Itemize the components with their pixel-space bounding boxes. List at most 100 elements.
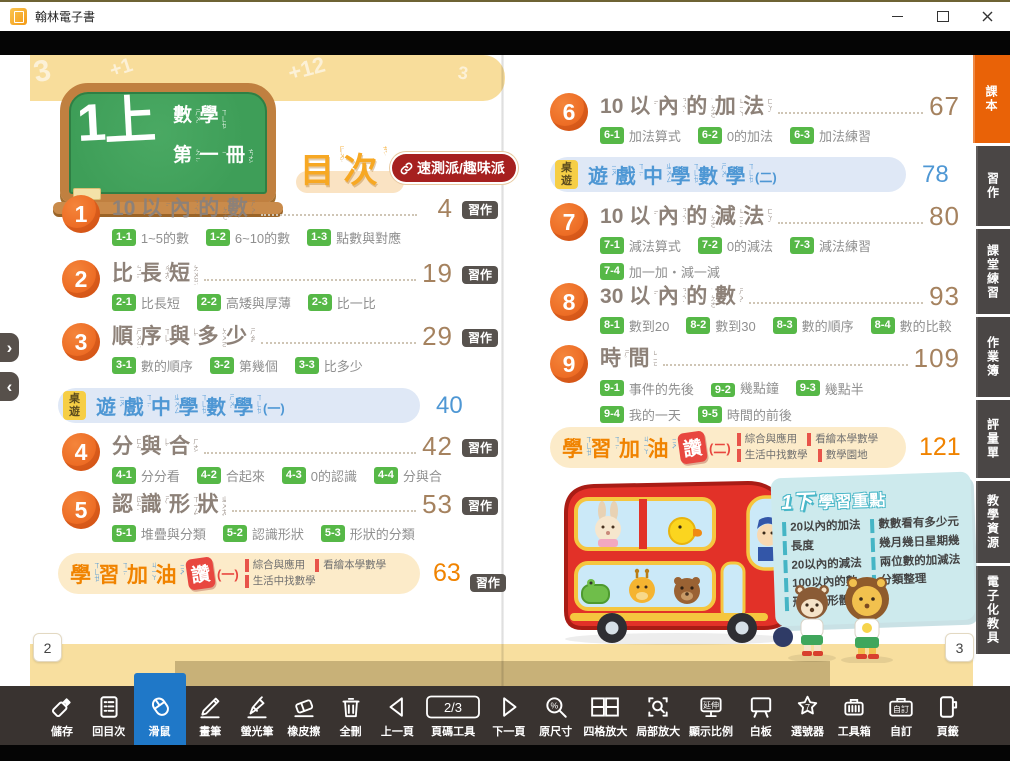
workbook-badge[interactable]: 習作 (462, 329, 498, 347)
chapter-page[interactable]: 53 (422, 491, 453, 517)
chapter-page[interactable]: 19 (422, 260, 453, 286)
tool-pen[interactable]: 畫筆 (188, 686, 232, 745)
subsection-link[interactable]: 5-1堆疊與分類 (112, 524, 206, 543)
chapter-number[interactable]: 3 (62, 323, 100, 361)
chapter-number[interactable]: 2 (62, 260, 100, 298)
subsection-link[interactable]: 8-3數的順序 (773, 316, 854, 335)
workbook-badge[interactable]: 習作 (462, 497, 498, 515)
subsection-link[interactable]: 7-3減法練習 (790, 236, 871, 255)
chapter-title[interactable]: 比ㄅㄧˇ長ㄔㄤˊ短ㄉㄨㄢˇ (112, 262, 198, 286)
tool-region-zoom[interactable]: 局部放大 (633, 686, 683, 745)
sidebar-tab-class-practice[interactable]: 課堂練習 (976, 229, 1010, 314)
tool-page-indicator[interactable]: 2/3 頁碼工具 (422, 686, 484, 745)
edge-arrow-right-button[interactable]: › (0, 333, 19, 362)
subsection-link[interactable]: 5-2認識形狀 (223, 524, 304, 543)
subsection-link[interactable]: 3-2第幾個 (210, 356, 278, 375)
chapter-page[interactable]: 80 (929, 203, 960, 229)
maximize-button[interactable] (920, 2, 965, 31)
subsection-link[interactable]: 9-5時間的前後 (698, 405, 792, 424)
workbook-badge[interactable]: 習作 (462, 266, 498, 284)
subsection-link[interactable]: 8-4數的比較 (871, 316, 952, 335)
minimize-button[interactable] (875, 2, 920, 31)
chapter-number[interactable]: 5 (62, 491, 100, 529)
subsection-link[interactable]: 8-1數到20 (600, 316, 669, 335)
subsection-link[interactable]: 1-3點數與對應 (307, 228, 401, 247)
subsection-link[interactable]: 3-1數的順序 (112, 356, 193, 375)
subsection-link[interactable]: 1-11~5的數 (112, 228, 189, 247)
tool-custom[interactable]: 自訂 自訂 (879, 686, 923, 745)
subsection-link[interactable]: 9-1事件的先後 (600, 378, 694, 398)
tool-mouse[interactable]: 滑鼠 (134, 673, 186, 745)
chapter-page[interactable]: 4 (423, 195, 453, 221)
chapter-page[interactable]: 93 (929, 283, 960, 309)
subsection-link[interactable]: 2-3比一比 (308, 293, 376, 312)
tool-display-ratio[interactable]: 延伸 顯示比例 (686, 686, 736, 745)
tool-next-page[interactable]: 下一頁 (487, 686, 531, 745)
subsection-link[interactable]: 4-30的認識 (282, 466, 357, 485)
workbook-badge[interactable]: 習作 (462, 439, 498, 457)
chapter-number[interactable]: 6 (550, 93, 588, 131)
workbook-badge[interactable]: 習作 (470, 574, 506, 592)
chapter-page[interactable]: 67 (929, 93, 960, 119)
subsection-link[interactable]: 4-1分分看 (112, 466, 180, 485)
chapter-page[interactable]: 29 (422, 323, 453, 349)
edge-arrow-left-button[interactable]: ‹ (0, 372, 19, 401)
chapter-title[interactable]: 順ㄕㄨㄣˋ序ㄒㄩˋ與ㄩˇ多ㄉㄨㄛ少ㄕㄠˇ (112, 325, 255, 349)
subsection-link[interactable]: 2-1比長短 (112, 293, 180, 312)
chapter-number[interactable]: 4 (62, 433, 100, 471)
subsection-link[interactable]: 5-3形狀的分類 (321, 524, 415, 543)
sidebar-tab-teaching-resources[interactable]: 教學資源 (976, 481, 1010, 563)
boost-page[interactable]: 121 (919, 433, 961, 462)
chapter-number[interactable]: 7 (550, 203, 588, 241)
subsection-link[interactable]: 6-20的加法 (698, 126, 773, 145)
tool-back-to-toc[interactable]: 回目次 (87, 686, 131, 745)
subsection-link[interactable]: 7-4加一加‧減一減 (600, 262, 720, 281)
chapter-title[interactable]: 30 以ㄧˇ內ㄋㄟˋ的˙ㄉㄜ數ㄕㄨˋ (600, 285, 743, 309)
subsection-link[interactable]: 2-2高矮與厚薄 (197, 293, 291, 312)
subsection-link[interactable]: 4-2合起來 (197, 466, 265, 485)
subsection-link[interactable]: 8-2數到30 (686, 316, 755, 335)
chapter-title[interactable]: 分ㄈㄣ與ㄩˇ合ㄏㄜˊ (112, 435, 198, 459)
tool-whiteboard[interactable]: 白板 (739, 686, 783, 745)
tool-page-tabs[interactable]: 頁籤 (926, 686, 970, 745)
tool-highlighter[interactable]: 螢光筆 (235, 686, 279, 745)
chapter-title[interactable]: 認ㄖㄣˋ識ㄕˋ形ㄒㄧㄥˊ狀ㄓㄨㄤˋ (112, 493, 226, 517)
tool-original-size[interactable]: % 原尺寸 (534, 686, 578, 745)
board-game-page[interactable]: 78 (922, 161, 949, 189)
tool-eraser[interactable]: 橡皮擦 (282, 686, 326, 745)
subsection-link[interactable]: 6-1加法算式 (600, 126, 681, 145)
boost-bar[interactable]: 學ㄒㄩㄝˊ習ㄒㄧˊ加ㄐㄧㄚ油ㄧㄡˊ 讚 (二) 綜合與應用 看繪本學數學 生活中… (550, 427, 906, 468)
subsection-link[interactable]: 4-4分與合 (374, 466, 442, 485)
sidebar-tab-assessment[interactable]: 評量單 (976, 400, 1010, 478)
tool-prev-page[interactable]: 上一頁 (375, 686, 419, 745)
tool-number-picker[interactable]: 7 選號器 (785, 686, 829, 745)
subsection-link[interactable]: 1-26~10的數 (206, 228, 290, 247)
board-game-bar[interactable]: 桌遊 遊ㄧㄡˊ戲ㄒㄧˋ中ㄓㄨㄥ學ㄒㄩㄝˊ數ㄕㄨˋ學ㄒㄩㄝˊ (一) (58, 388, 420, 423)
chapter-number[interactable]: 1 (62, 195, 100, 233)
board-game-bar[interactable]: 桌遊 遊ㄧㄡˊ戲ㄒㄧˋ中ㄓㄨㄥ學ㄒㄩㄝˊ數ㄕㄨˋ學ㄒㄩㄝˊ (二) (550, 157, 906, 192)
close-button[interactable] (965, 2, 1010, 31)
subsection-link[interactable]: 6-3加法練習 (790, 126, 871, 145)
subsection-link[interactable]: 9-3幾點半 (796, 378, 864, 398)
boost-bar[interactable]: 學ㄒㄩㄝˊ習ㄒㄧˊ加ㄐㄧㄚ油ㄧㄡˊ 讚 (一) 綜合與應用 看繪本學數學 生活中… (58, 553, 420, 594)
subsection-link[interactable]: 7-1減法算式 (600, 236, 681, 255)
sidebar-tab-workbook[interactable]: 習作 (976, 146, 1010, 226)
tool-quad-zoom[interactable]: 四格放大 (580, 686, 630, 745)
subsection-link[interactable]: 7-20的減法 (698, 236, 773, 255)
chapter-page[interactable]: 109 (914, 345, 960, 371)
chapter-number[interactable]: 8 (550, 283, 588, 321)
chapter-title[interactable]: 時ㄕˊ間ㄐㄧㄢ (600, 347, 657, 371)
tool-toolbox[interactable]: 工具箱 (832, 686, 876, 745)
chapter-title[interactable]: 10 以ㄧˇ內ㄋㄟˋ的˙ㄉㄜ減ㄐㄧㄢˇ法ㄈㄚˇ (600, 205, 772, 229)
sidebar-tab-homework-book[interactable]: 作業簿 (976, 317, 1010, 397)
sidebar-tab-textbook[interactable]: 課本 (973, 55, 1010, 143)
chapter-page[interactable]: 42 (422, 433, 453, 459)
chapter-number[interactable]: 9 (550, 345, 588, 383)
boost-page[interactable]: 63 (433, 559, 461, 588)
workbook-badge[interactable]: 習作 (462, 201, 498, 219)
chapter-title[interactable]: 10 以ㄧˇ內ㄋㄟˋ的˙ㄉㄜ加ㄐㄧㄚ法ㄈㄚˇ (600, 95, 772, 119)
subsection-link[interactable]: 9-2幾點鐘 (711, 378, 779, 398)
sidebar-tab-digital-tools[interactable]: 電子化教具 (976, 566, 1010, 654)
tool-save[interactable]: 儲存 (40, 686, 84, 745)
chapter-title[interactable]: 10 以ㄧˇ內ㄋㄟˋ的˙ㄉㄜ數ㄕㄨˋ (112, 197, 255, 221)
